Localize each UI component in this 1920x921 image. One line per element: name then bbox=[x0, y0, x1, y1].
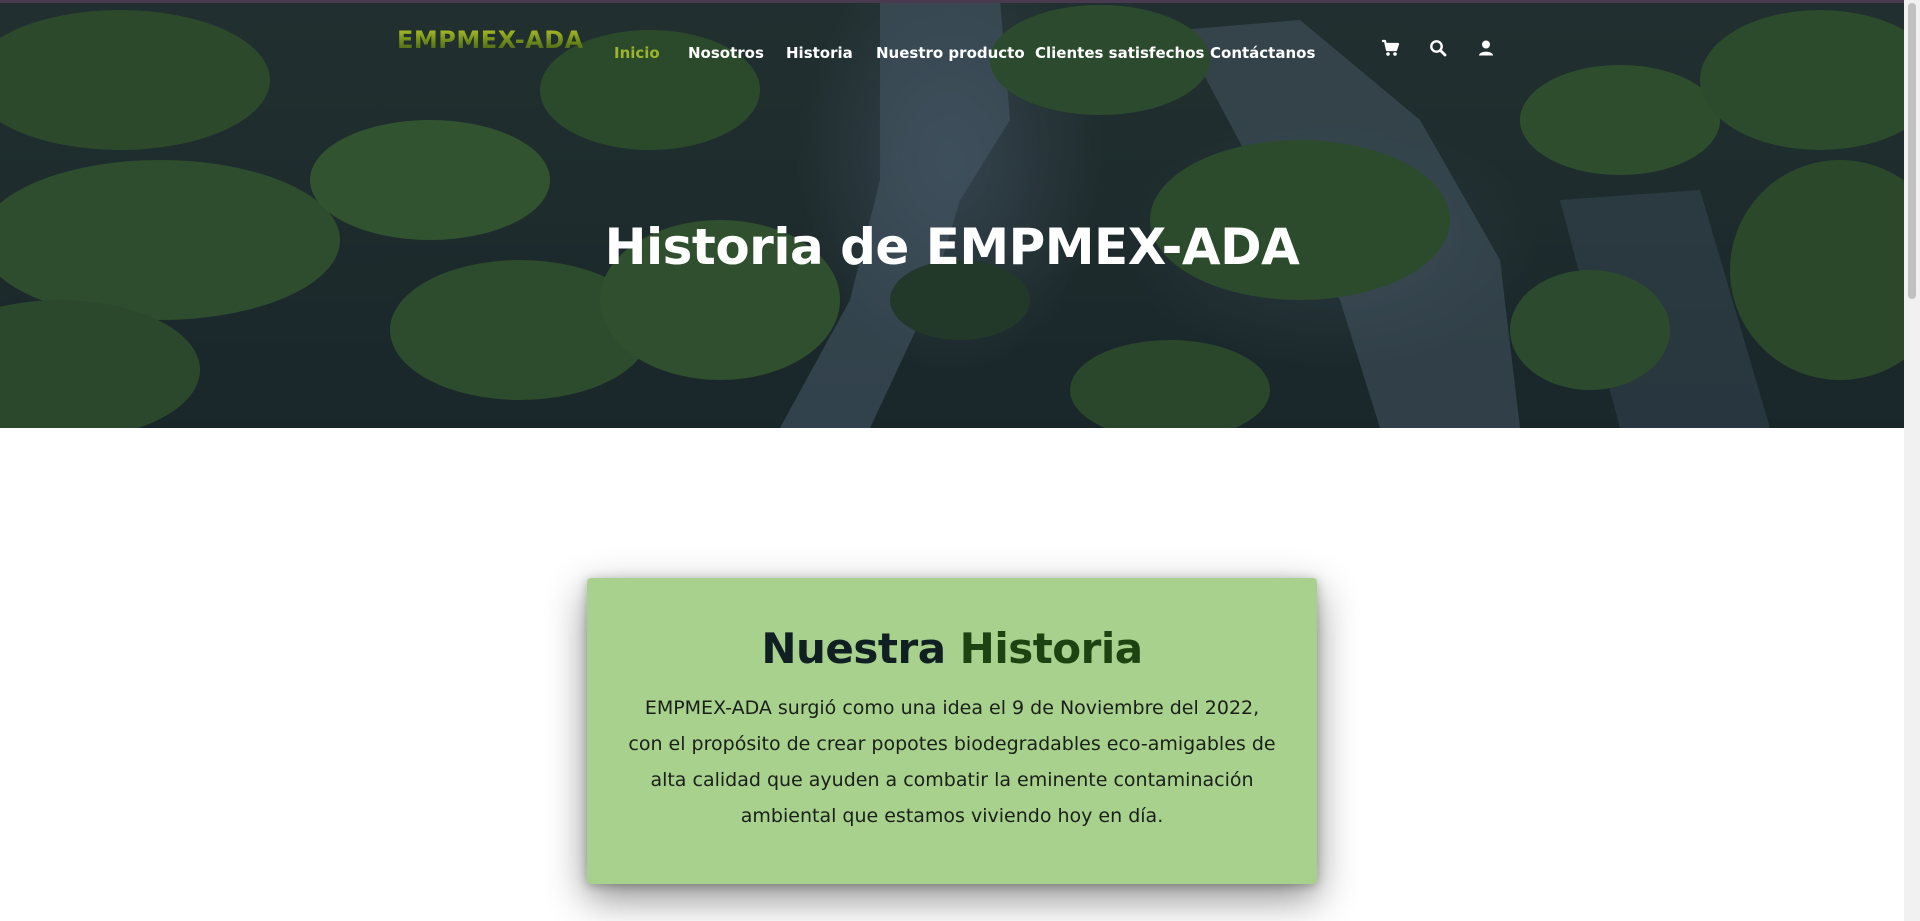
history-heading-part1: Nuestra bbox=[761, 624, 946, 673]
history-heading-accent: Historia bbox=[959, 624, 1143, 673]
cart-icon[interactable] bbox=[1380, 38, 1400, 58]
history-heading: Nuestra Historia bbox=[587, 624, 1317, 673]
nav-item-contactanos[interactable]: Contáctanos bbox=[1210, 44, 1315, 62]
main-navbar: EMPMEX-ADA Inicio Nosotros Historia Nues… bbox=[0, 0, 1904, 110]
nav-item-nuestro-producto[interactable]: Nuestro producto bbox=[876, 44, 1025, 62]
brand-logo[interactable]: EMPMEX-ADA bbox=[397, 26, 584, 54]
history-card: Nuestra Historia EMPMEX-ADA surgió como … bbox=[587, 578, 1317, 884]
nav-item-clientes-satisfechos[interactable]: Clientes satisfechos bbox=[1035, 44, 1204, 62]
nav-item-nosotros[interactable]: Nosotros bbox=[688, 44, 764, 62]
nav-item-inicio[interactable]: Inicio bbox=[614, 44, 660, 62]
page-title: Historia de EMPMEX-ADA bbox=[604, 218, 1300, 276]
scrollbar-thumb[interactable] bbox=[1908, 3, 1916, 299]
user-icon[interactable] bbox=[1476, 38, 1496, 58]
history-body-text: EMPMEX-ADA surgió como una idea el 9 de … bbox=[628, 697, 1276, 827]
page-viewport: EMPMEX-ADA Inicio Nosotros Historia Nues… bbox=[0, 0, 1904, 921]
hero-banner: EMPMEX-ADA Inicio Nosotros Historia Nues… bbox=[0, 0, 1904, 428]
nav-item-historia[interactable]: Historia bbox=[786, 44, 853, 62]
search-icon[interactable] bbox=[1428, 38, 1448, 58]
page-scrollbar[interactable] bbox=[1904, 0, 1920, 921]
window-top-border bbox=[0, 0, 1920, 3]
